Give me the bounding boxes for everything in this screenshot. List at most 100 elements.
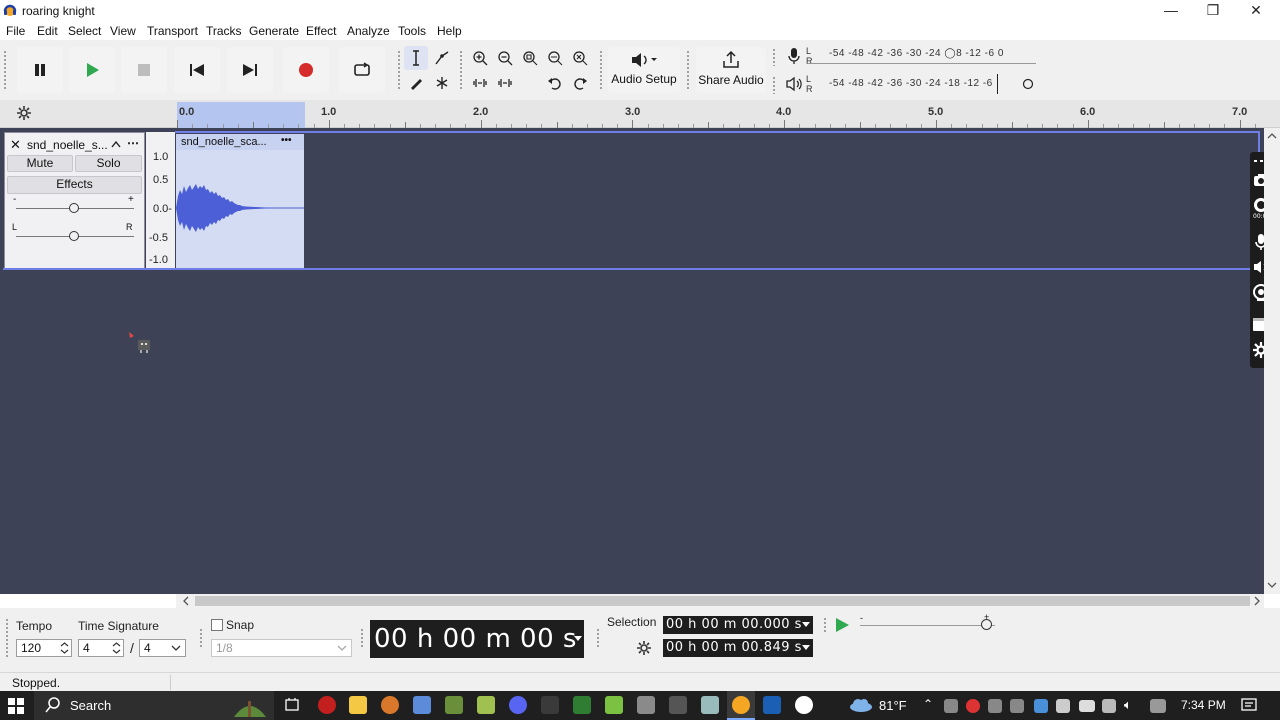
- restore-button[interactable]: ❐: [1192, 0, 1234, 21]
- taskbar-app-icon[interactable]: [763, 696, 781, 714]
- taskbar-clock[interactable]: 7:34 PM: [1181, 698, 1226, 712]
- menu-transport[interactable]: Transport: [147, 24, 198, 38]
- menu-view[interactable]: View: [110, 24, 136, 38]
- play-at-speed-icon[interactable]: [832, 616, 852, 634]
- task-view-icon[interactable]: [284, 697, 300, 713]
- stop-button[interactable]: [121, 47, 167, 93]
- record-meter-scale[interactable]: -54 -48 -42 -36 -30 -24 ◯8 -12 -6 0: [829, 48, 1004, 59]
- taskbar-app-icon[interactable]: [637, 696, 655, 714]
- taskbar-app-icon[interactable]: [541, 696, 559, 714]
- menu-file[interactable]: File: [6, 24, 25, 38]
- mute-button[interactable]: Mute: [7, 155, 73, 172]
- taskbar-discord-icon[interactable]: [509, 696, 527, 714]
- weather-temperature[interactable]: 81°F: [879, 698, 907, 713]
- menu-tools[interactable]: Tools: [398, 24, 426, 38]
- taskbar-app-icon[interactable]: [795, 696, 813, 714]
- skip-to-start-button[interactable]: [174, 47, 220, 93]
- horizontal-scroll-thumb[interactable]: [195, 596, 1250, 606]
- effects-button[interactable]: Effects: [7, 176, 142, 194]
- playback-volume-knob-icon[interactable]: [1022, 78, 1034, 90]
- taskbar-settings-icon[interactable]: [669, 696, 687, 714]
- minimize-button[interactable]: —: [1150, 0, 1192, 21]
- share-audio-button[interactable]: Share Audio: [696, 47, 766, 93]
- taskbar-file-explorer-icon[interactable]: [349, 696, 367, 714]
- undo-button[interactable]: [543, 71, 567, 95]
- pan-slider-thumb[interactable]: [69, 231, 79, 241]
- skip-to-end-button[interactable]: [227, 47, 273, 93]
- play-at-speed-grip[interactable]: [823, 617, 827, 633]
- play-meter-scale[interactable]: -54 -48 -42 -36 -30 -24 -18 -12 -6: [829, 78, 993, 89]
- fit-selection-button[interactable]: [518, 46, 542, 70]
- taskbar-app-icon[interactable]: [413, 696, 431, 714]
- denominator-dropdown-icon[interactable]: [171, 644, 181, 652]
- taskbar-app-icon[interactable]: [573, 696, 591, 714]
- snap-dropdown[interactable]: 1/8: [211, 639, 352, 657]
- scroll-left-icon[interactable]: [181, 595, 191, 607]
- play-button[interactable]: [69, 47, 115, 93]
- microphone-icon[interactable]: [786, 47, 802, 65]
- tray-app-icon[interactable]: [966, 699, 980, 713]
- selection-tool-button[interactable]: [404, 46, 428, 70]
- taskbar-app-icon[interactable]: [701, 696, 719, 714]
- taskbar-minecraft-icon[interactable]: [445, 696, 463, 714]
- pause-button[interactable]: [17, 47, 63, 93]
- selection-grip[interactable]: [596, 628, 600, 648]
- record-button[interactable]: [283, 47, 329, 93]
- loop-button[interactable]: [339, 47, 385, 93]
- redo-button[interactable]: [568, 71, 592, 95]
- snap-dropdown-icon[interactable]: [337, 644, 347, 652]
- fit-project-button[interactable]: [543, 46, 567, 70]
- menu-help[interactable]: Help: [437, 24, 462, 38]
- multi-tool-button[interactable]: [430, 71, 454, 95]
- silence-selection-button[interactable]: [493, 71, 517, 95]
- track-name[interactable]: snd_noelle_s...: [27, 138, 108, 152]
- menu-analyze[interactable]: Analyze: [347, 24, 390, 38]
- zoom-in-button[interactable]: [468, 46, 492, 70]
- scroll-down-icon[interactable]: [1266, 580, 1278, 590]
- tray-volume-icon[interactable]: 🔈︎: [1124, 697, 1132, 713]
- clip-menu-icon[interactable]: •••: [281, 135, 292, 146]
- audio-setup-button[interactable]: Audio Setup: [608, 47, 680, 93]
- tray-app-icon[interactable]: [988, 699, 1002, 713]
- scroll-up-icon[interactable]: [1266, 131, 1278, 141]
- time-display[interactable]: 00 h 00 m 00 s: [370, 620, 584, 658]
- close-window-button[interactable]: ✕: [1235, 0, 1277, 21]
- menu-effect[interactable]: Effect: [306, 24, 336, 38]
- tools-grip[interactable]: [397, 50, 401, 90]
- tray-battery-icon[interactable]: [1079, 700, 1095, 712]
- track-collapse-icon[interactable]: [111, 140, 121, 148]
- taskbar-app-icon[interactable]: [381, 696, 399, 714]
- selection-start-dropdown-icon[interactable]: [801, 621, 811, 629]
- snap-grip[interactable]: [199, 628, 203, 648]
- selection-end-time[interactable]: 00 h 00 m 00.849 s: [663, 639, 813, 657]
- toolbar-grip[interactable]: [3, 50, 7, 90]
- zoom-toggle-button[interactable]: [568, 46, 592, 70]
- share-grip[interactable]: [686, 50, 690, 90]
- trim-outside-button[interactable]: [468, 71, 492, 95]
- timeline-settings-gear-icon[interactable]: [16, 105, 32, 121]
- gain-slider-thumb[interactable]: [69, 203, 79, 213]
- solo-button[interactable]: Solo: [75, 155, 142, 172]
- time-signature-grip[interactable]: [5, 618, 9, 658]
- tray-wifi-icon[interactable]: [1102, 699, 1116, 713]
- zoom-out-button[interactable]: [493, 46, 517, 70]
- envelope-tool-button[interactable]: [430, 46, 454, 70]
- tray-mic-icon[interactable]: [1056, 699, 1070, 713]
- selection-start-time[interactable]: 00 h 00 m 00.000 s: [663, 616, 813, 634]
- scroll-right-icon[interactable]: [1252, 595, 1262, 607]
- selection-end-dropdown-icon[interactable]: [801, 644, 811, 652]
- menu-edit[interactable]: Edit: [37, 24, 58, 38]
- menu-select[interactable]: Select: [68, 24, 101, 38]
- tray-pen-icon[interactable]: [1150, 699, 1166, 713]
- tray-steam-icon[interactable]: [1034, 699, 1048, 713]
- tray-app-icon[interactable]: [944, 699, 958, 713]
- speed-slider-thumb[interactable]: [981, 619, 992, 630]
- clip-name[interactable]: snd_noelle_sca...: [181, 136, 267, 148]
- taskbar-app-icon[interactable]: [605, 696, 623, 714]
- tempo-spinner-icon[interactable]: [59, 640, 70, 656]
- windows-start-icon[interactable]: [8, 698, 24, 714]
- tray-overflow-icon[interactable]: ⌃: [923, 697, 933, 711]
- edit-grip[interactable]: [459, 50, 463, 90]
- speed-slider-track[interactable]: [860, 625, 995, 626]
- selection-settings-gear-icon[interactable]: [636, 640, 652, 656]
